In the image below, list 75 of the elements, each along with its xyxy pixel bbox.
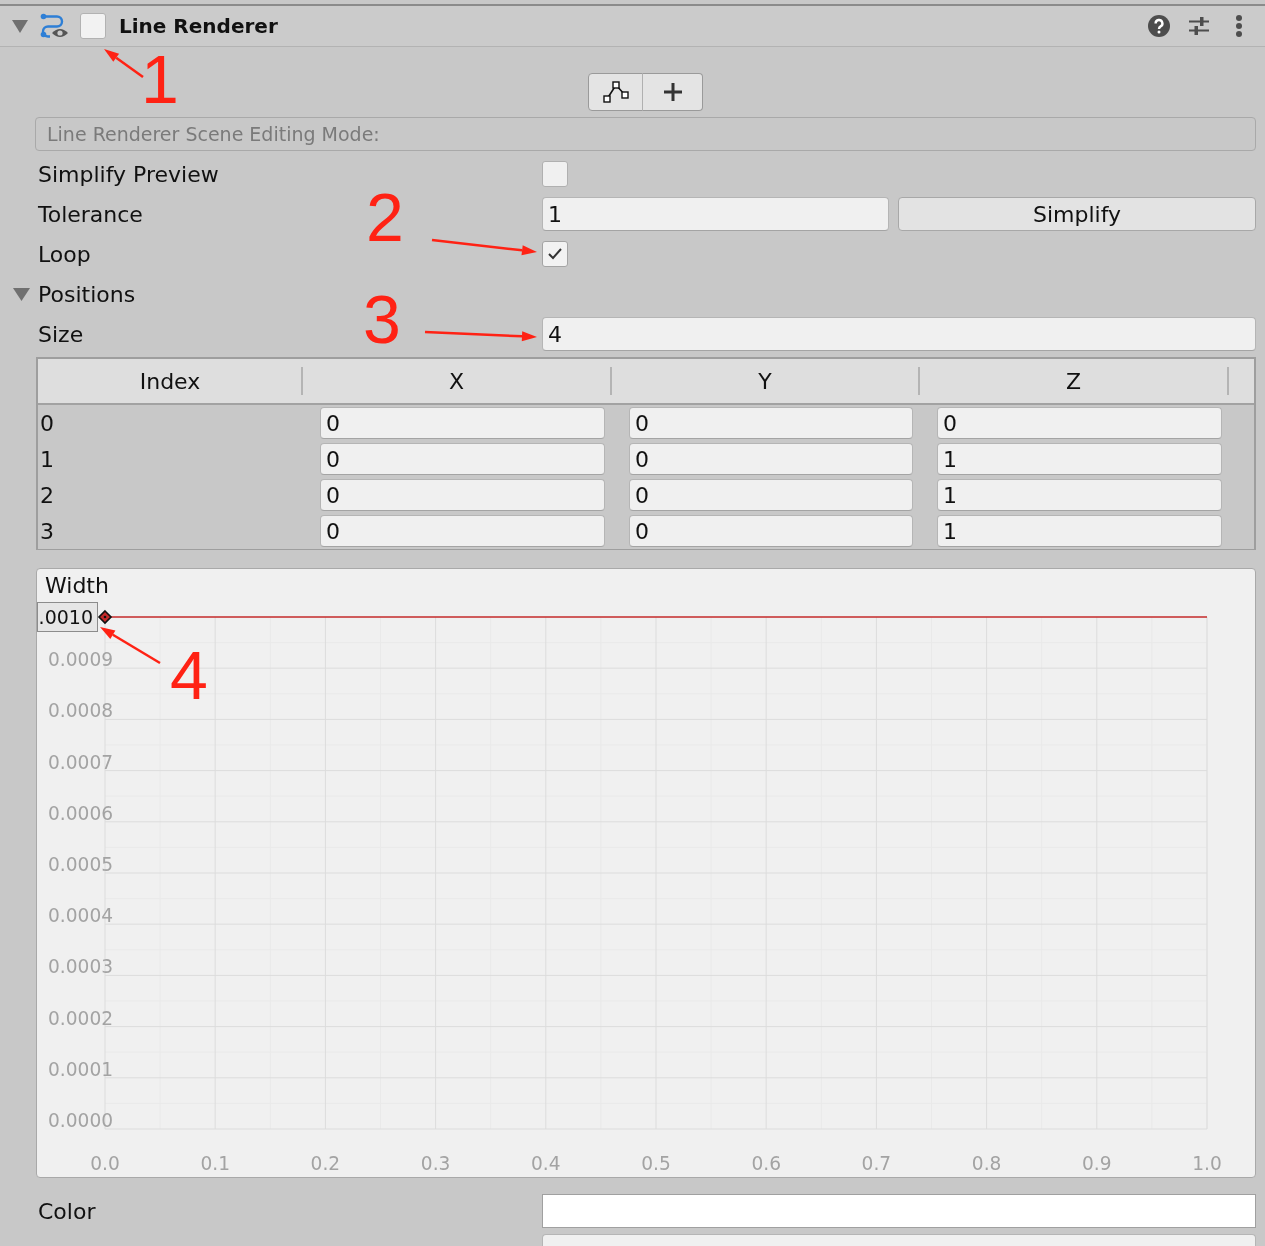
sliders-icon[interactable] — [1188, 16, 1210, 36]
checkbox[interactable] — [542, 241, 568, 267]
axis-tick-label: 0.0004 — [48, 905, 114, 927]
number-field[interactable]: 0 — [320, 479, 605, 511]
axis-tick-label: 0.8 — [971, 1153, 1002, 1174]
axis-tick-label: 0.0009 — [48, 649, 114, 671]
field-label: Color — [38, 1198, 96, 1224]
color-field[interactable] — [542, 1194, 1256, 1228]
help-icon[interactable] — [1148, 15, 1170, 37]
number-field[interactable]: 1 — [937, 479, 1222, 511]
column-header[interactable]: X — [448, 368, 465, 394]
foldout-triangle-icon[interactable] — [13, 287, 30, 301]
number-field[interactable]: 0 — [629, 407, 913, 439]
add-point-button[interactable] — [642, 73, 703, 111]
number-field[interactable]: 0 — [629, 479, 913, 511]
axis-tick-label: 0.0005 — [48, 854, 114, 875]
axis-tick-label: 0.2 — [310, 1153, 341, 1174]
axis-tick-label: 0.3 — [420, 1153, 451, 1174]
axis-tick-label: 0.7 — [861, 1153, 892, 1174]
simplify-button[interactable]: Simplify — [898, 197, 1256, 231]
row-index: 2 — [40, 482, 54, 508]
axis-tick-label: 0.0003 — [48, 956, 114, 978]
axis-tick-label: 0.4 — [531, 1153, 561, 1174]
callout-number: 2 — [366, 183, 404, 251]
callout-number: 4 — [170, 641, 208, 709]
line-renderer-icon — [40, 13, 70, 39]
number-field[interactable]: 0 — [629, 515, 913, 547]
checkmark-icon — [547, 247, 563, 261]
number-field[interactable]: 1 — [542, 197, 889, 231]
mode-label: Line Renderer Scene Editing Mode: — [35, 117, 1256, 151]
key-marker-icon[interactable] — [97, 609, 113, 625]
axis-tick-label: 1.0 — [1192, 1153, 1222, 1174]
column-header[interactable]: Z — [1065, 368, 1082, 394]
curve-name: Width — [45, 573, 109, 598]
field-label: Size — [38, 321, 84, 347]
axis-tick-label: 0.9 — [1082, 1153, 1112, 1174]
number-field[interactable]: 0 — [320, 515, 605, 547]
row-index: 1 — [40, 446, 54, 472]
axis-tick-label: 0.5 — [641, 1153, 671, 1174]
callout-number: 3 — [363, 285, 401, 353]
number-field[interactable]: 0 — [320, 407, 605, 439]
column-header[interactable]: Index — [139, 368, 201, 394]
enable-checkbox[interactable] — [80, 13, 106, 39]
axis-tick-label: 0.1 — [200, 1153, 230, 1174]
axis-tick-label: 0.0000 — [48, 1110, 114, 1131]
callout-number: 1 — [141, 45, 179, 113]
number-field[interactable]: 0 — [629, 443, 913, 475]
axis-tick-label: 0.6 — [751, 1153, 781, 1174]
field-label: Tolerance — [38, 201, 143, 227]
plus-icon — [662, 82, 683, 102]
number-field[interactable]: 1 — [937, 443, 1222, 475]
foldout-triangle-icon[interactable] — [12, 19, 28, 33]
axis-tick-label: 0.0007 — [48, 751, 114, 773]
edit-points-button[interactable] — [588, 73, 643, 111]
axis-tick-label: 0.0001 — [48, 1058, 114, 1080]
checkbox[interactable] — [542, 161, 568, 187]
field-label: Loop — [38, 241, 91, 267]
component-title: Line Renderer — [119, 14, 278, 38]
number-field[interactable]: 1 — [937, 515, 1222, 547]
row-index: 0 — [40, 410, 54, 436]
number-field[interactable]: 0 — [937, 407, 1222, 439]
axis-tick-label: 0.0 — [90, 1153, 120, 1174]
node-path-icon — [601, 80, 630, 104]
field-label: Simplify Preview — [38, 161, 219, 187]
number-field[interactable]: 4 — [542, 317, 1256, 351]
row-index: 3 — [40, 518, 54, 544]
curve-editor[interactable]: 0.0000 0.0001 0.0002 0.0003 0.0004 0.0005 0.0006 0.0007 0.0008 0.0009 0.0 0.1 0.2 0.3 0.4 0.5 0.6 0.7 0.8 0.9 1.0 Width .0010 4 — [36, 568, 1256, 1178]
axis-tick-label: 0.0002 — [48, 1007, 114, 1029]
section-label[interactable]: Positions — [38, 281, 136, 307]
column-header[interactable]: Y — [758, 368, 772, 394]
more-menu-icon[interactable] — [1235, 14, 1243, 38]
key-value-field[interactable]: .0010 — [37, 602, 98, 632]
axis-tick-label: 0.0006 — [48, 802, 114, 824]
axis-tick-label: 0.0008 — [48, 700, 114, 722]
number-field[interactable]: 0 — [320, 443, 605, 475]
